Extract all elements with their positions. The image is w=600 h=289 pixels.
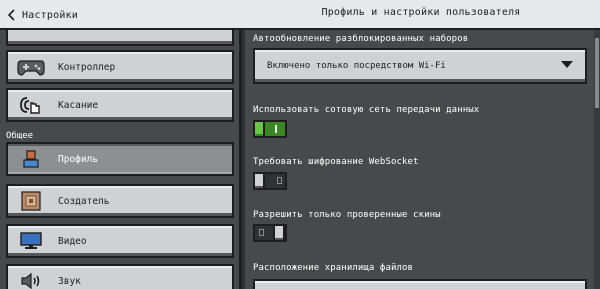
sidebar-item-touch[interactable]: Касание [6,88,234,122]
sidebar-item-profile[interactable]: Профиль [6,142,234,176]
settings-panel: Автообновление разблокированных наборов … [245,30,600,289]
auto-update-dropdown[interactable]: Включено только посредством Wi-Fi [253,48,587,84]
sidebar-item-label: Звук [58,275,81,287]
scrollbar[interactable] [594,30,600,289]
cellular-toggle[interactable] [253,120,287,138]
page-title: Профиль и настройки пользователя [321,7,521,18]
toggle-knob [273,224,285,242]
top-bar: Настройки Профиль и настройки пользовате… [0,0,600,30]
creator-icon [16,188,46,214]
toggle-knob [253,172,265,190]
websocket-toggle[interactable] [253,172,287,190]
sidebar-item-creator[interactable]: Создатель [6,184,234,218]
monitor-icon [16,228,46,254]
back-label: Настройки [22,9,78,21]
sidebar-item-hidden[interactable] [6,30,234,46]
sidebar: Контроллер Касание Общее Профиль Создате… [0,30,242,289]
sidebar-item-video[interactable]: Видео [6,224,234,258]
toggle-on-mark [275,125,277,133]
verified-skins-label: Разрешить только проверенные скины [253,210,441,220]
touch-icon [16,92,46,118]
toggle-off-mark [277,177,282,184]
sidebar-item-label: Создатель [58,195,110,207]
websocket-label: Требовать шифрование WebSocket [253,157,419,167]
gamepad-icon [16,54,46,80]
sidebar-item-controller[interactable]: Контроллер [6,50,234,84]
sidebar-item-label: Касание [58,99,99,111]
auto-update-value: Включено только посредством Wi-Fi [267,61,446,71]
section-general-label: Общее [6,131,34,141]
auto-update-label: Автообновление разблокированных наборов [253,34,469,44]
scrollbar-thumb[interactable] [595,38,599,108]
sidebar-item-label: Профиль [58,153,99,165]
storage-dropdown[interactable] [253,279,587,289]
back-button[interactable]: Настройки [6,6,78,24]
caret-down-icon [561,61,573,72]
sidebar-item-label: Контроллер [58,61,116,73]
cellular-label: Использовать сотовую сеть передачи данны… [253,105,480,115]
storage-label: Расположение хранилища файлов [253,263,414,273]
chevron-left-icon [6,6,18,24]
profile-icon [16,146,46,172]
verified-skins-toggle[interactable] [253,224,287,242]
sidebar-item-sound[interactable]: Звук [6,264,234,289]
speaker-icon [16,268,46,289]
sidebar-item-label: Видео [58,235,87,247]
toggle-knob [253,120,265,138]
toggle-off-mark [259,229,264,236]
